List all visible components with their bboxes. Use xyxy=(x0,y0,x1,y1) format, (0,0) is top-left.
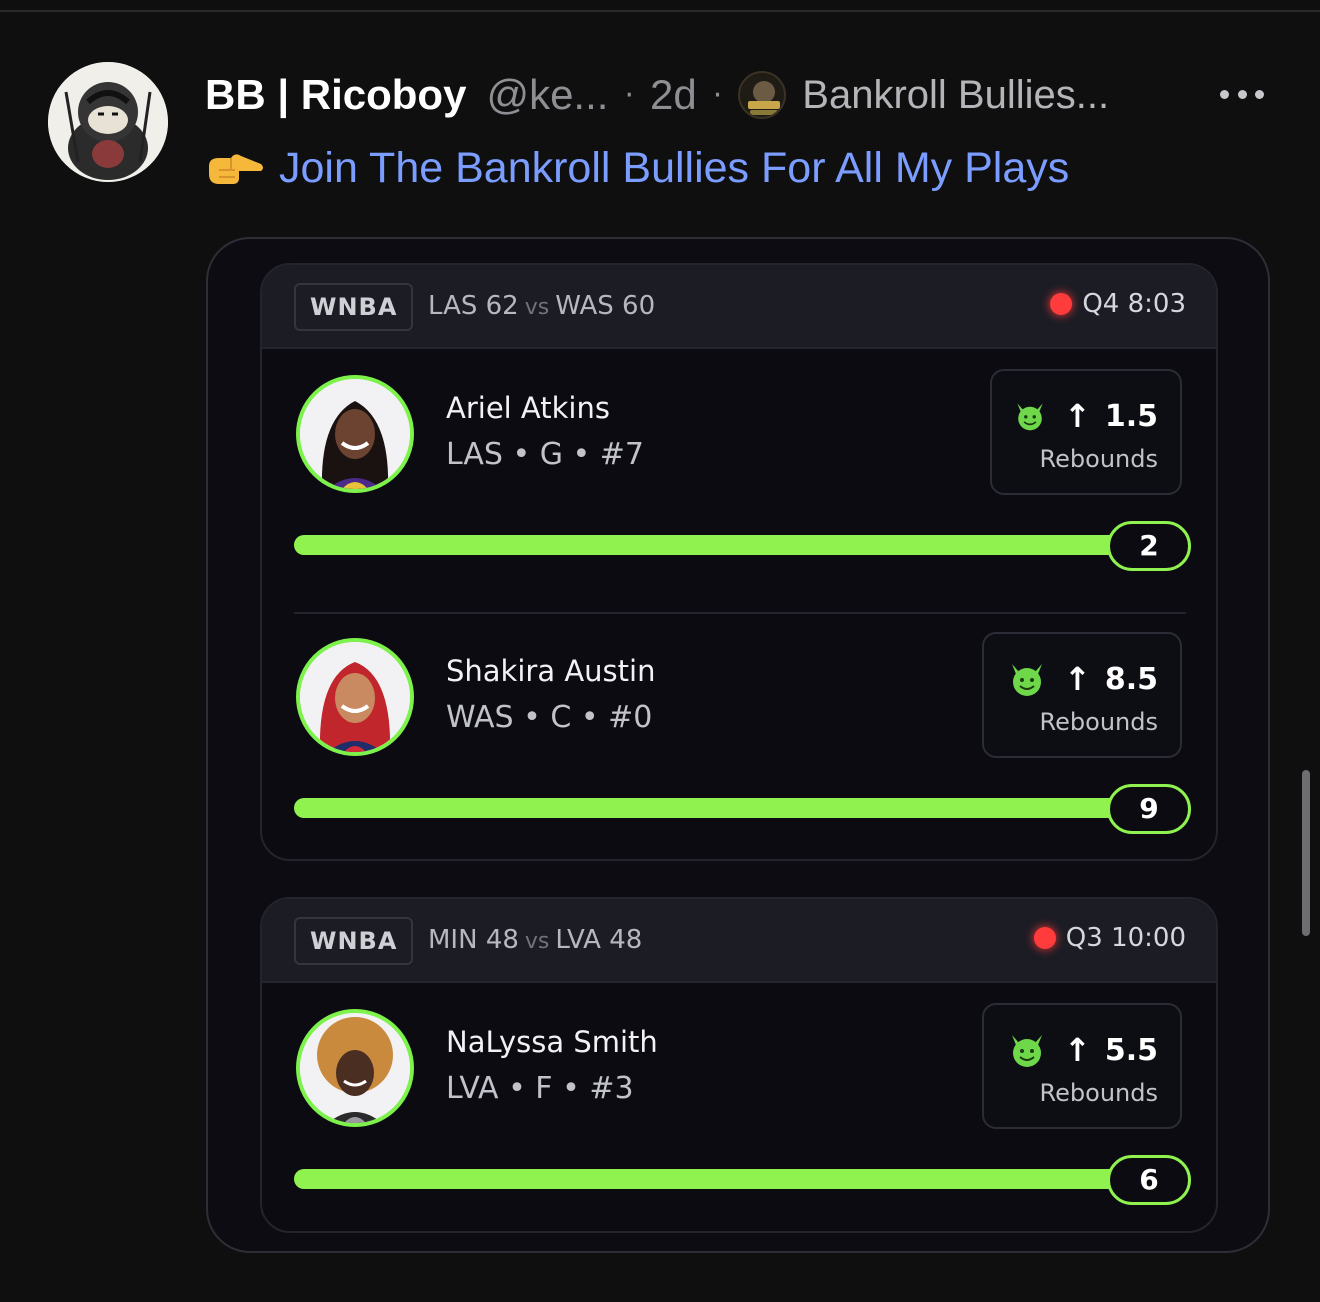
author-name[interactable]: BB | Ricoboy xyxy=(205,71,466,119)
author-handle[interactable]: @ke... xyxy=(486,71,608,119)
player-meta: LAS • G • #7 xyxy=(446,437,644,472)
player-row: Ariel Atkins LAS • G • #7 ↑ 1.5 Rebounds xyxy=(262,349,1216,612)
prop-line: ↑ 1.5 Rebounds xyxy=(990,369,1182,495)
over-arrow-icon: ↑ xyxy=(1064,397,1091,435)
prop-line: ↑ 5.5 Rebounds xyxy=(982,1003,1182,1129)
game-clock: Q3 10:00 xyxy=(1065,923,1186,953)
player-photo xyxy=(296,638,414,756)
post-header: BB | Ricoboy @ke... · 2d · Bankroll Bull… xyxy=(205,66,1109,124)
player-photo xyxy=(296,375,414,493)
home-score: MIN 48 xyxy=(428,925,519,955)
live-indicator-icon xyxy=(1050,293,1073,315)
game-status: Q4 8:03 xyxy=(1050,289,1186,319)
author-avatar[interactable] xyxy=(48,62,168,182)
player-meta: LVA • F • #3 xyxy=(446,1071,634,1106)
stat-result: 2 xyxy=(1107,521,1191,571)
devil-icon xyxy=(1012,1035,1043,1067)
post-link-text[interactable]: Join The Bankroll Bullies For All My Pla… xyxy=(279,144,1069,193)
player-photo xyxy=(296,1009,414,1127)
away-score: LVA 48 xyxy=(555,925,643,955)
prop-stat: Rebounds xyxy=(1039,708,1158,736)
away-score: WAS 60 xyxy=(555,291,656,321)
post-body: Join The Bankroll Bullies For All My Pla… xyxy=(205,138,1069,198)
league-badge: WNBA xyxy=(294,917,414,965)
progress-bar: 9 xyxy=(294,784,1191,834)
post-time[interactable]: 2d xyxy=(650,71,697,119)
player-row: Shakira Austin WAS • C • #0 ↑ 8.5 Reboun… xyxy=(262,612,1216,859)
home-score: LAS 62 xyxy=(428,291,519,321)
matchup: LAS 62 vs WAS 60 xyxy=(428,291,655,321)
progress-fill xyxy=(294,798,1190,818)
stat-result: 6 xyxy=(1107,1155,1191,1205)
player-meta: WAS • C • #0 xyxy=(446,700,653,735)
progress-fill xyxy=(294,1169,1190,1189)
group-avatar[interactable] xyxy=(738,71,787,119)
more-options-icon[interactable] xyxy=(1220,84,1264,104)
devil-icon xyxy=(1017,403,1043,431)
prop-stat: Rebounds xyxy=(1039,445,1158,473)
progress-fill xyxy=(294,535,1190,555)
top-divider xyxy=(0,0,1320,12)
player-name: NaLyssa Smith xyxy=(446,1025,658,1059)
game-card: WNBA MIN 48 vs LVA 48 Q3 10:00 NaLyssa S… xyxy=(260,897,1218,1233)
prop-line-value: 8.5 xyxy=(1104,661,1158,697)
embedded-image[interactable]: WNBA LAS 62 vs WAS 60 Q4 8:03 Ariel Atki… xyxy=(206,237,1270,1253)
devil-icon xyxy=(1012,664,1043,696)
game-card: WNBA LAS 62 vs WAS 60 Q4 8:03 Ariel Atki… xyxy=(260,263,1218,861)
group-name[interactable]: Bankroll Bullies... xyxy=(802,73,1109,118)
prop-line-value: 1.5 xyxy=(1104,398,1158,434)
game-header: WNBA LAS 62 vs WAS 60 Q4 8:03 xyxy=(262,265,1216,349)
game-clock: Q4 8:03 xyxy=(1082,289,1186,319)
vs-label: vs xyxy=(524,295,550,320)
player-row: NaLyssa Smith LVA • F • #3 ↑ 5.5 Rebound… xyxy=(262,983,1216,1231)
prop-line-value: 5.5 xyxy=(1104,1032,1158,1068)
stat-result: 9 xyxy=(1107,784,1191,834)
progress-bar: 6 xyxy=(294,1155,1191,1205)
live-indicator-icon xyxy=(1033,927,1056,949)
pointing-hand-icon xyxy=(209,154,263,184)
over-arrow-icon: ↑ xyxy=(1064,660,1091,698)
separator-dot: · xyxy=(712,77,723,113)
league-badge: WNBA xyxy=(294,283,414,331)
matchup: MIN 48 vs LVA 48 xyxy=(428,925,642,955)
vs-label: vs xyxy=(524,929,550,954)
prop-line: ↑ 8.5 Rebounds xyxy=(982,632,1182,758)
over-arrow-icon: ↑ xyxy=(1064,1031,1091,1069)
game-status: Q3 10:00 xyxy=(1033,923,1186,953)
scrollbar[interactable] xyxy=(1302,770,1310,936)
progress-bar: 2 xyxy=(294,521,1191,571)
separator-dot: · xyxy=(624,77,634,113)
player-name: Ariel Atkins xyxy=(446,391,610,425)
prop-stat: Rebounds xyxy=(1039,1079,1158,1107)
game-header: WNBA MIN 48 vs LVA 48 Q3 10:00 xyxy=(262,899,1216,983)
player-name: Shakira Austin xyxy=(446,654,656,688)
